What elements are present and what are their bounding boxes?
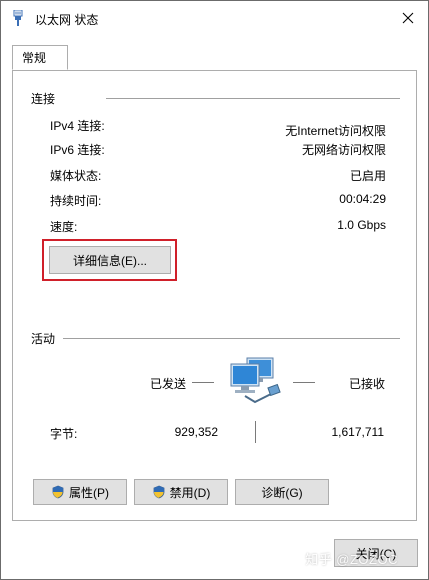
bytes-separator [255, 421, 256, 443]
diagnose-button-label: 诊断(G) [261, 485, 303, 500]
network-computers-icon [230, 357, 281, 404]
received-dash [293, 382, 315, 383]
ipv6-label: IPv6 连接: [50, 143, 105, 157]
tab-general[interactable]: 常规 [12, 45, 68, 70]
duration-label: 持续时间: [50, 194, 102, 208]
duration-value: 00:04:29 [339, 192, 386, 206]
properties-button[interactable]: 属性(P) [33, 479, 127, 505]
sent-dash [192, 382, 214, 383]
diagnose-button[interactable]: 诊断(G) [235, 479, 329, 505]
ipv6-value: 无网络访问权限 [301, 143, 386, 157]
title-bar[interactable]: 以太网 状态 [1, 1, 428, 35]
activity-section-title: 活动 [31, 330, 60, 347]
ipv4-value: 无Internet访问权限 [285, 124, 386, 138]
connection-divider [106, 98, 400, 99]
status-window: 以太网 状态 常规 连接 IPv4 连接: 无Internet访问权限 IPv6… [0, 0, 429, 580]
bytes-received-value: 1,617,711 [331, 425, 385, 439]
uac-shield-icon [52, 485, 64, 499]
details-button[interactable]: 详细信息(E)... [49, 246, 171, 274]
uac-shield-icon [153, 485, 165, 499]
bytes-sent-value: 929,352 [174, 425, 218, 439]
sent-label: 已发送 [150, 377, 187, 391]
media-state-value: 已启用 [349, 169, 386, 183]
disable-button[interactable]: 禁用(D) [134, 479, 228, 505]
close-icon [402, 12, 414, 24]
details-button-label: 详细信息(E)... [73, 253, 147, 268]
speed-value: 1.0 Gbps [337, 218, 386, 232]
properties-button-label: 属性(P) [69, 485, 109, 500]
network-cable-icon [13, 10, 23, 26]
bytes-label: 字节: [50, 427, 78, 441]
speed-label: 速度: [50, 220, 78, 234]
received-label: 已接收 [349, 377, 386, 391]
disable-button-label: 禁用(D) [169, 485, 211, 500]
tab-general-label: 常规 [22, 51, 47, 65]
ipv4-label: IPv4 连接: [50, 119, 105, 133]
watermark-text: 知乎 @ZOZOC [305, 552, 398, 567]
window-title: 以太网 状态 [35, 13, 99, 27]
media-state-label: 媒体状态: [50, 169, 102, 183]
connection-section-title: 连接 [31, 90, 60, 107]
activity-divider [63, 338, 400, 339]
close-window-button[interactable] [394, 5, 422, 31]
